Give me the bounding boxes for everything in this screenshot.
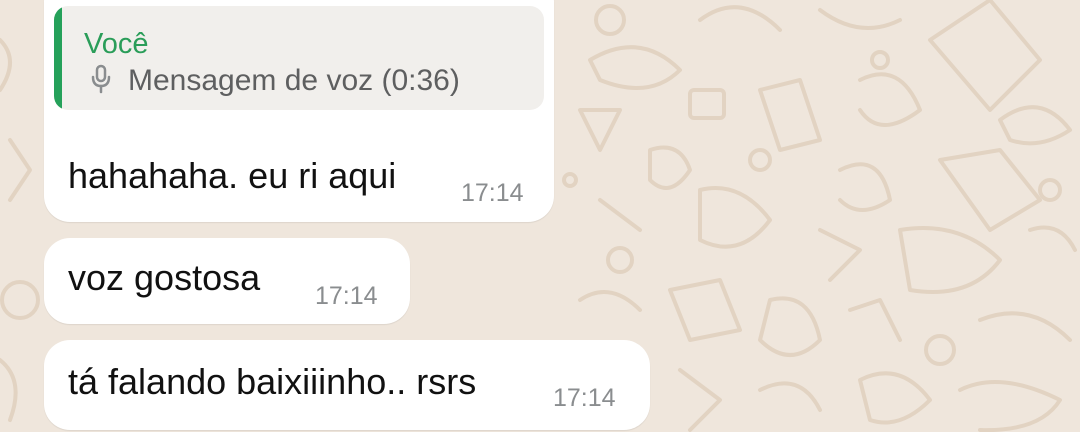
message-bubble[interactable]: voz gostosa 17:14 [44, 238, 410, 324]
message-text: hahahaha. eu ri aqui [68, 155, 397, 196]
quoted-author: Você [84, 28, 149, 60]
message-time: 17:14 [553, 384, 616, 412]
quote-accent-bar [54, 6, 62, 110]
message-time: 17:14 [461, 179, 524, 207]
quoted-text: Mensagem de voz (0:36) [128, 64, 460, 97]
message-text: voz gostosa [68, 257, 261, 298]
message-bubble[interactable]: Você Mensagem de voz (0:36) hahahaha. eu… [44, 0, 554, 222]
message-time: 17:14 [315, 282, 378, 310]
quoted-message[interactable]: Você Mensagem de voz (0:36) [54, 6, 544, 110]
message-bubble[interactable]: tá falando baixiiinho.. rsrs 17:14 [44, 340, 650, 430]
message-text: tá falando baixiiinho.. rsrs [68, 361, 477, 402]
microphone-icon [91, 64, 111, 94]
